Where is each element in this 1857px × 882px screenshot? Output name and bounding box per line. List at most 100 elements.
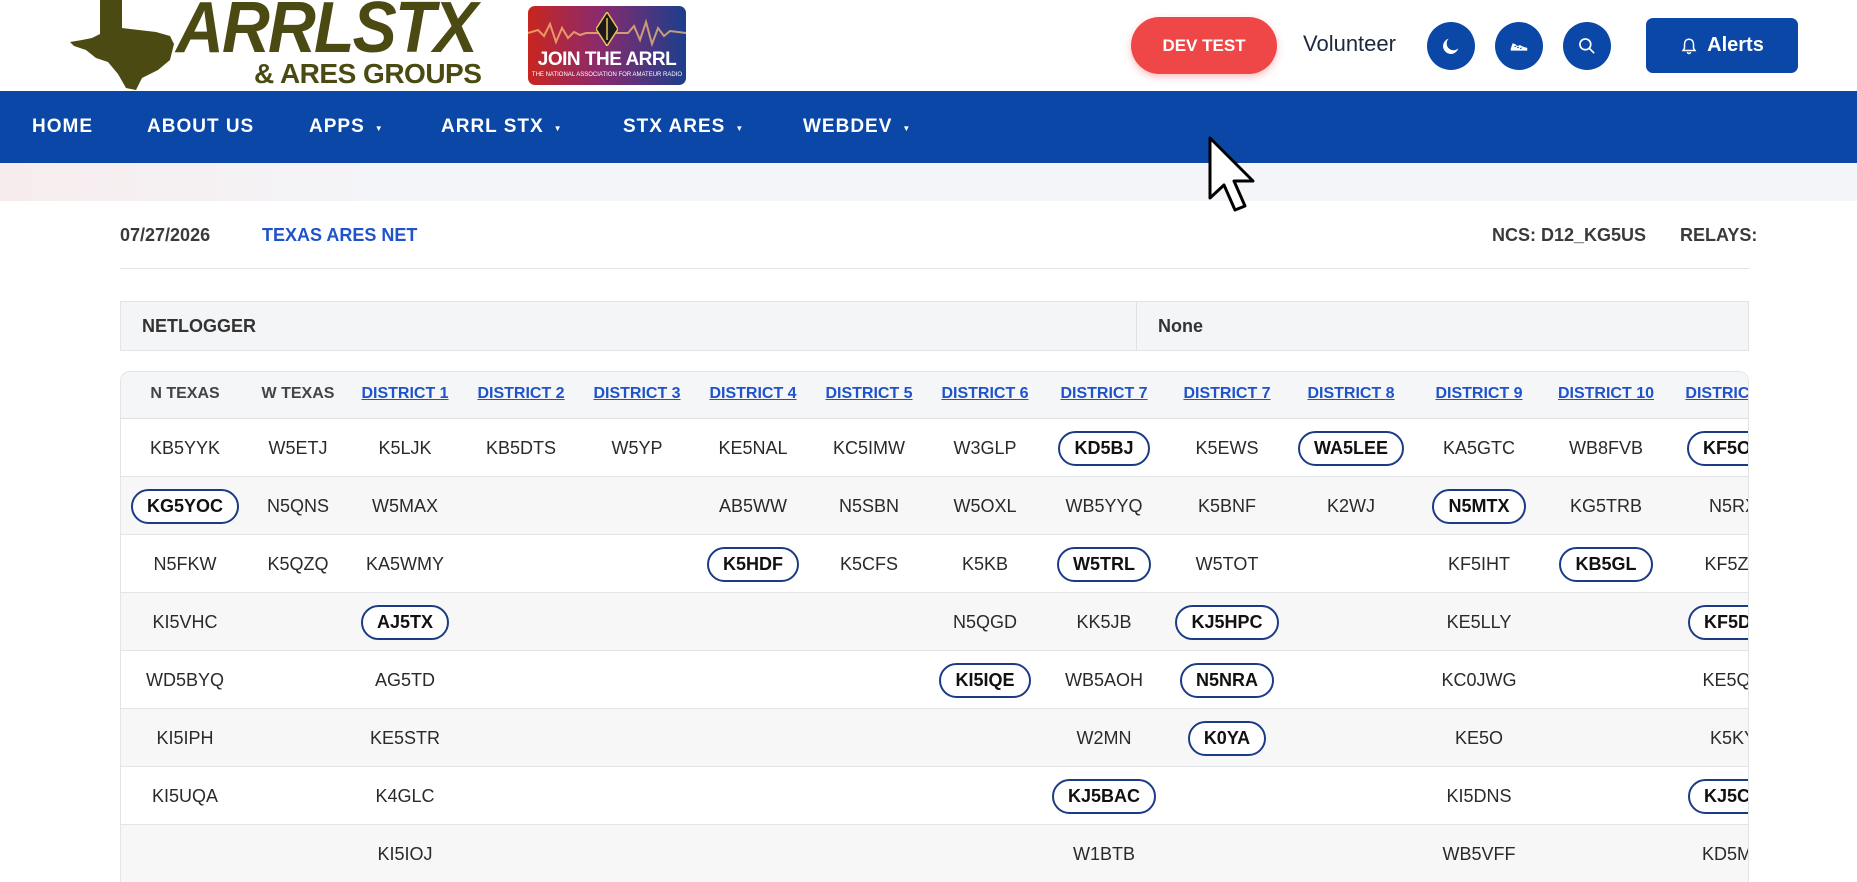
callsign-pill[interactable]: AJ5TX xyxy=(360,604,450,640)
table-cell: KE5NAL xyxy=(698,419,808,477)
table-cell: K5EWS xyxy=(1172,419,1282,477)
column-header[interactable]: DISTRICT 11 xyxy=(1678,385,1748,403)
column-header[interactable]: DISTRICT 10 xyxy=(1551,385,1661,403)
callsign-pill[interactable]: WA5LEE xyxy=(1297,430,1404,466)
nav-home[interactable]: HOME xyxy=(32,91,93,163)
callsign-pill[interactable]: KB5GL xyxy=(1559,546,1653,582)
ncs-label: NCS: D12_KG5US xyxy=(1492,225,1647,245)
column-header[interactable]: DISTRICT 2 xyxy=(466,385,576,403)
callsign: K2WJ xyxy=(1326,495,1375,516)
table-cell: KG5TRB xyxy=(1551,477,1661,535)
nav-label: WEBDEV xyxy=(803,116,893,137)
nav-arrl-stx[interactable]: ARRL STX ▼ xyxy=(441,91,563,163)
table-cell: KE5LLY xyxy=(1424,593,1534,651)
column-header[interactable]: DISTRICT 9 xyxy=(1424,385,1534,403)
table-cell: KF5DZ xyxy=(1678,593,1748,651)
callsign-pill[interactable]: N5MTX xyxy=(1432,488,1526,524)
callsign: K5KB xyxy=(961,553,1009,574)
callsign-pill[interactable]: KJ5BAC xyxy=(1051,778,1157,814)
callsign-pill[interactable]: KJ5CE xyxy=(1687,778,1748,814)
table-cell: WB5AOH xyxy=(1049,651,1159,709)
callsign-pill[interactable]: KF5OY xyxy=(1686,430,1748,466)
alerts-button[interactable]: Alerts xyxy=(1646,18,1798,73)
running-shoe-button[interactable] xyxy=(1495,22,1543,70)
table-cell: K5HDF xyxy=(698,535,808,593)
table-cell: W1BTB xyxy=(1049,825,1159,882)
table-cell: N5MTX xyxy=(1424,477,1534,535)
callsign: KI5DNS xyxy=(1446,785,1512,806)
checkins-table[interactable]: N TEXAS W TEXAS DISTRICT 1 DISTRICT 2 DISTRI… xyxy=(120,371,1749,882)
callsign: KE5O xyxy=(1454,727,1504,748)
join-arrl-banner[interactable]: JOIN THE ARRL THE NATIONAL ASSOCIATION F… xyxy=(528,6,686,85)
callsign: W5OXL xyxy=(953,495,1017,516)
table-row: N5FKW K5QZQ KA5WMY K5HDF K5CFS K5KB W5TRL W5TOT… xyxy=(121,535,1748,593)
callsign: K5BNF xyxy=(1197,495,1257,516)
callsign-pill[interactable]: N5NRA xyxy=(1179,662,1274,698)
callsign-pill[interactable]: KJ5HPC xyxy=(1175,604,1279,640)
table-cell: W5TOT xyxy=(1172,535,1282,593)
sub-header-bar xyxy=(0,163,1857,201)
callsign: KI5IPH xyxy=(156,727,214,748)
callsign: KC5IMW xyxy=(833,437,905,458)
caret-down-icon: ▼ xyxy=(902,123,912,133)
column-header[interactable]: DISTRICT 4 xyxy=(698,385,808,403)
netlogger-value: None xyxy=(1158,316,1203,336)
callsign: WB5VFF xyxy=(1442,843,1516,864)
texas-map-icon xyxy=(70,0,174,90)
table-cell: KE5O xyxy=(1424,709,1534,767)
callsign-pill[interactable]: KD5BJ xyxy=(1058,430,1150,466)
table-cell: KJ5HPC xyxy=(1172,593,1282,651)
nav-webdev[interactable]: WEBDEV ▼ xyxy=(803,91,911,163)
callsign: W3GLP xyxy=(953,437,1017,458)
dark-mode-button[interactable] xyxy=(1427,22,1475,70)
callsign: N5SBN xyxy=(838,495,900,516)
net-name-link[interactable]: TEXAS ARES NET xyxy=(262,225,417,246)
callsign-pill[interactable]: K0YA xyxy=(1187,720,1267,756)
nav-label: APPS xyxy=(309,116,365,137)
column-header[interactable]: DISTRICT 1 xyxy=(350,385,460,403)
callsign-pill[interactable]: KI5IQE xyxy=(939,662,1031,698)
table-cell: KE5QC xyxy=(1678,651,1748,709)
column-header[interactable]: DISTRICT 7 xyxy=(1172,385,1282,403)
table-cell: W5MAX xyxy=(350,477,460,535)
table-cell: N5RX xyxy=(1678,477,1748,535)
callsign: KB5DTS xyxy=(485,437,557,458)
column-header[interactable]: DISTRICT 5 xyxy=(814,385,924,403)
table-cell: AG5TD xyxy=(350,651,460,709)
callsign-pill[interactable]: KG5YOC xyxy=(130,488,240,524)
callsign-pill[interactable]: W5TRL xyxy=(1057,546,1151,582)
nav-stx-ares[interactable]: STX ARES ▼ xyxy=(623,91,744,163)
column-header[interactable]: DISTRICT 8 xyxy=(1296,385,1406,403)
callsign: K5QZQ xyxy=(267,553,329,574)
table-row: WD5BYQ AG5TD KI5IQE WB5AOH N5NRA KC0JWG KE5QC xyxy=(121,651,1748,709)
callsign: WB5YYQ xyxy=(1065,495,1143,516)
table-cell: K5QZQ xyxy=(243,535,353,593)
column-header: W TEXAS xyxy=(261,385,335,402)
nav-apps[interactable]: APPS ▼ xyxy=(309,91,384,163)
callsign: N5RX xyxy=(1708,495,1748,516)
logo-main-text: ARRLSTX xyxy=(176,0,478,68)
nav-about-us[interactable]: ABOUT US xyxy=(147,91,254,163)
site-logo[interactable]: ARRLSTX & ARES GROUPS xyxy=(70,0,490,91)
table-cell: KD5BJ xyxy=(1049,419,1159,477)
volunteer-link[interactable]: Volunteer xyxy=(1303,31,1396,57)
callsign-pill[interactable]: KF5DZ xyxy=(1688,604,1748,640)
nav-label: STX ARES xyxy=(623,116,726,137)
table-cell: KI5DNS xyxy=(1424,767,1534,825)
column-header[interactable]: DISTRICT 6 xyxy=(930,385,1040,403)
callsign: W5ETJ xyxy=(268,437,328,458)
table-row: KB5YYK W5ETJ K5LJK KB5DTS W5YP KE5NAL KC5IMW W3… xyxy=(121,419,1748,477)
dev-test-button[interactable]: DEV TEST xyxy=(1131,17,1277,74)
search-button[interactable] xyxy=(1563,22,1611,70)
table-cell: KG5YOC xyxy=(130,477,240,535)
callsign: W2MN xyxy=(1076,727,1132,748)
column-header[interactable]: DISTRICT 3 xyxy=(582,385,692,403)
netlogger-panel: NETLOGGER None xyxy=(120,301,1749,351)
column-header[interactable]: DISTRICT 7 xyxy=(1049,385,1159,403)
callsign-pill[interactable]: K5HDF xyxy=(706,546,799,582)
callsign: W5MAX xyxy=(371,495,438,516)
search-icon xyxy=(1579,38,1595,54)
banner-title: JOIN THE ARRL xyxy=(537,49,677,70)
table-cell: WD5BYQ xyxy=(130,651,240,709)
moon-icon xyxy=(1443,38,1459,54)
